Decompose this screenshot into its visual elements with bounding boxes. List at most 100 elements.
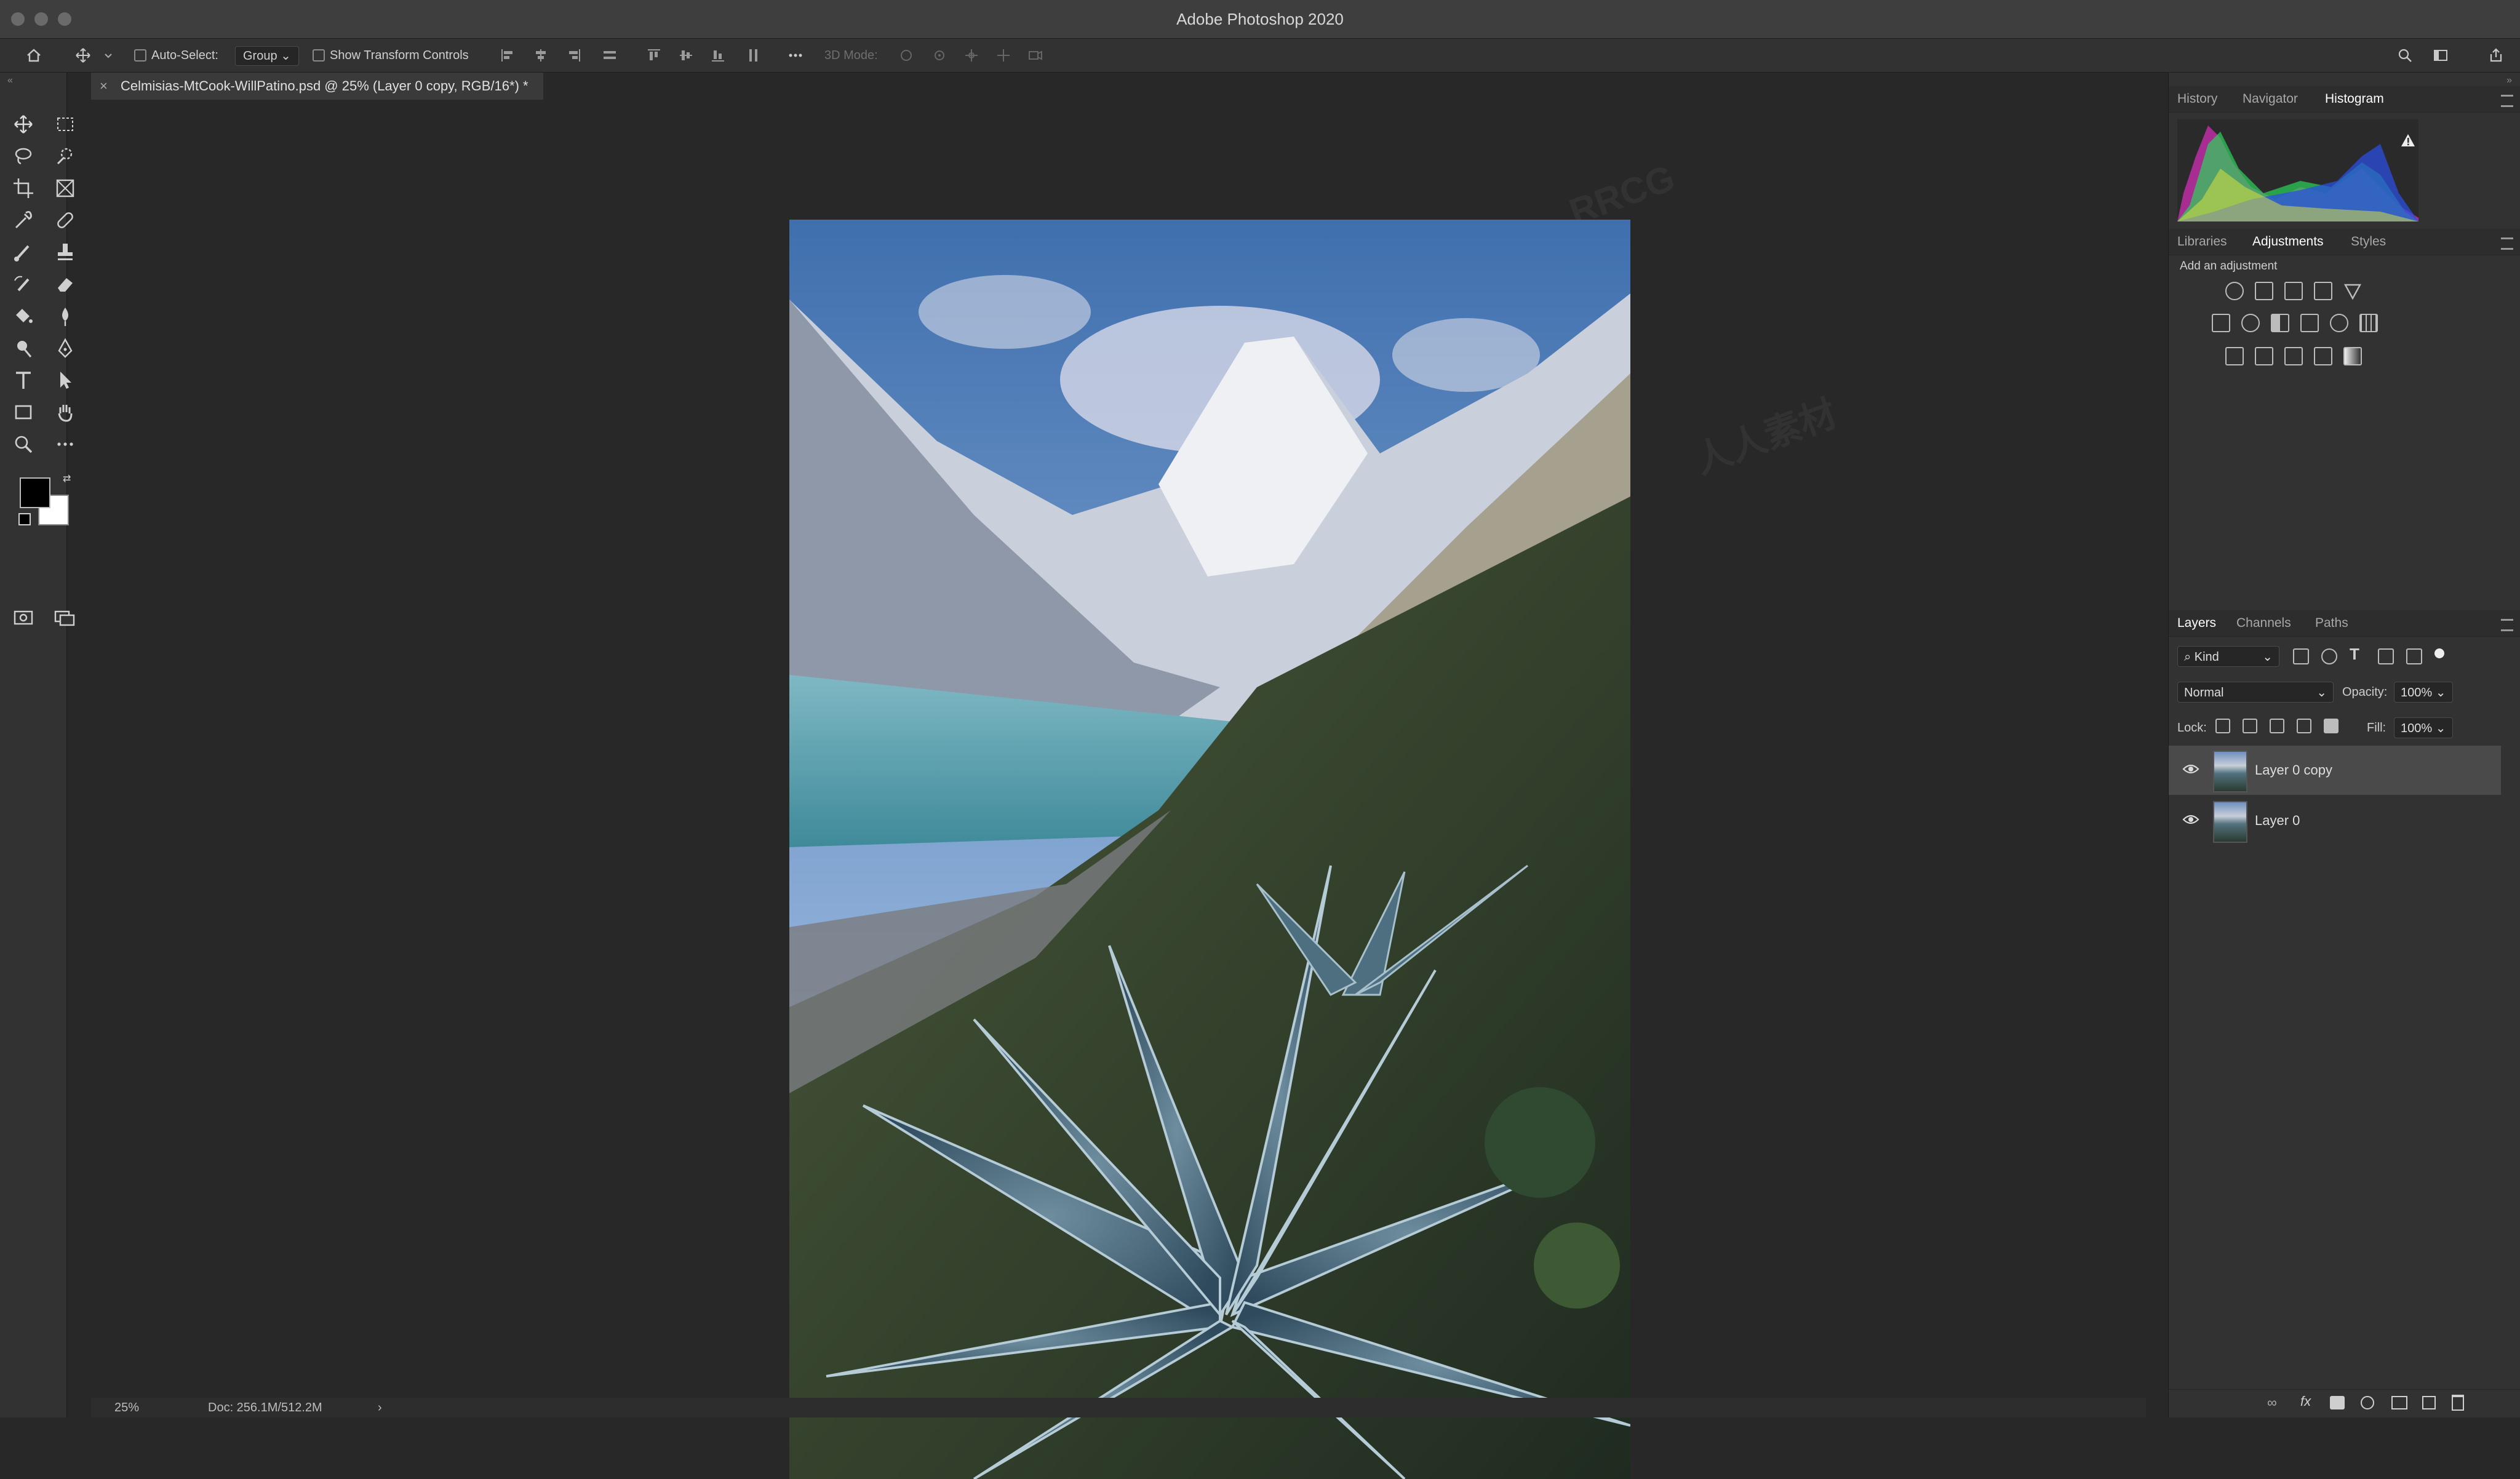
filter-smart-object-icon[interactable] [2406,648,2422,664]
clone-stamp-tool[interactable] [53,240,78,265]
photo-filter-icon[interactable] [2300,314,2319,332]
move-tool-icon[interactable] [75,47,91,63]
black-white-icon[interactable] [2271,314,2289,332]
link-layers-icon[interactable]: ∞ [2267,1395,2277,1411]
vibrance-icon[interactable] [2343,282,2362,300]
hand-tool[interactable] [53,400,78,425]
close-document-icon[interactable]: × [100,73,108,100]
visibility-eye-icon[interactable] [2182,763,2199,775]
eraser-tool[interactable] [53,272,78,297]
filter-type-icon[interactable]: T [2350,645,2359,664]
tab-layers[interactable]: Layers [2177,610,2216,636]
paint-bucket-tool[interactable] [11,304,36,329]
document-tab[interactable]: × Celmisias-MtCook-WillPatino.psd @ 25% … [91,73,543,100]
frame-tool[interactable] [53,176,78,201]
add-mask-icon[interactable] [2330,1396,2345,1409]
invert-icon[interactable] [2225,347,2244,365]
share-icon[interactable] [2488,47,2504,63]
panel-menu-icon[interactable] [2501,95,2513,107]
filter-adjustment-icon[interactable] [2321,648,2337,664]
move-tool[interactable] [11,112,36,137]
collapse-dock-icon[interactable]: » [2506,75,2512,86]
path-selection-tool[interactable] [53,368,78,393]
align-center-icon[interactable] [533,47,549,63]
panel-menu-icon[interactable] [2501,619,2513,631]
levels-icon[interactable] [2255,282,2273,300]
align-top-icon[interactable] [646,47,662,63]
type-tool[interactable] [11,368,36,393]
new-adjustment-icon[interactable] [2361,1396,2374,1409]
filter-toggle-icon[interactable] [2434,648,2444,658]
home-icon[interactable] [26,47,42,63]
filter-pixel-icon[interactable] [2293,648,2309,664]
fill-field[interactable]: 100% ⌄ [2394,717,2453,738]
distribute-vertical-icon[interactable] [746,47,762,63]
panel-menu-icon[interactable] [2501,237,2513,250]
curves-icon[interactable] [2284,282,2303,300]
channel-mixer-icon[interactable] [2330,314,2348,332]
lock-artboard-icon[interactable] [2297,719,2311,733]
threshold-icon[interactable] [2284,347,2303,365]
healing-brush-tool[interactable] [53,208,78,233]
selective-color-icon[interactable] [2314,347,2332,365]
tab-adjustments[interactable]: Adjustments [2252,229,2324,255]
lock-transparent-icon[interactable] [2215,719,2230,733]
foreground-color-swatch[interactable] [20,477,50,508]
default-colors-icon[interactable] [18,513,31,525]
auto-select-option[interactable]: Auto-Select: [134,39,218,72]
marquee-tool[interactable] [53,112,78,137]
fx-icon[interactable]: fx [2300,1393,2311,1409]
collapse-panel-icon[interactable]: « [7,75,13,86]
auto-select-checkbox[interactable] [134,49,146,62]
workspace-icon[interactable] [2433,47,2449,63]
opacity-field[interactable]: 100% ⌄ [2394,682,2453,703]
tab-libraries[interactable]: Libraries [2177,229,2227,255]
show-transform-checkbox[interactable] [313,49,325,62]
quick-selection-tool[interactable] [53,144,78,169]
distribute-icon[interactable] [602,47,618,63]
delete-layer-icon[interactable] [2452,1395,2464,1411]
layer-row[interactable]: Layer 0 copy [2169,746,2501,795]
brightness-contrast-icon[interactable] [2225,282,2244,300]
layer-name[interactable]: Layer 0 [2255,796,2300,845]
rectangle-tool[interactable] [11,400,36,425]
edit-toolbar-icon[interactable] [53,432,78,456]
lock-pixels-icon[interactable] [2243,719,2257,733]
tab-histogram[interactable]: Histogram [2325,86,2384,112]
history-brush-tool[interactable] [11,272,36,297]
blend-mode-dropdown[interactable]: Normal ⌄ [2177,682,2334,703]
tab-paths[interactable]: Paths [2315,610,2348,636]
zoom-tool[interactable] [11,432,36,456]
blur-tool[interactable] [53,304,78,329]
document-image[interactable] [789,220,1630,1479]
color-balance-icon[interactable] [2241,314,2260,332]
tab-channels[interactable]: Channels [2236,610,2291,636]
lock-position-icon[interactable] [2270,719,2284,733]
gradient-map-icon[interactable] [2343,347,2362,365]
layer-name[interactable]: Layer 0 copy [2255,746,2332,795]
dodge-tool[interactable] [11,336,36,361]
chevron-down-icon[interactable] [103,47,113,63]
hue-saturation-icon[interactable] [2212,314,2230,332]
align-bottom-icon[interactable] [710,47,726,63]
posterize-icon[interactable] [2255,347,2273,365]
filter-shape-icon[interactable] [2378,648,2394,664]
crop-tool[interactable] [11,176,36,201]
eyedropper-tool[interactable] [11,208,36,233]
lock-all-icon[interactable] [2324,719,2339,733]
show-transform-option[interactable]: Show Transform Controls [313,39,469,72]
canvas-area[interactable]: RRCG 人人素材 [91,100,2146,1479]
color-lookup-icon[interactable] [2359,314,2378,332]
new-layer-icon[interactable] [2422,1396,2436,1409]
tab-history[interactable]: History [2177,86,2217,112]
more-options-icon[interactable] [788,47,803,63]
align-right-icon[interactable] [566,47,582,63]
new-group-icon[interactable] [2391,1396,2407,1409]
exposure-icon[interactable] [2314,282,2332,300]
search-icon[interactable] [2397,47,2413,63]
brush-tool[interactable] [11,240,36,265]
tab-styles[interactable]: Styles [2351,229,2386,255]
status-menu-arrow[interactable]: › [378,1398,382,1417]
filter-kind-dropdown[interactable]: ⌕ Kind ⌄ [2177,646,2279,667]
swap-colors-icon[interactable]: ⇄ [63,472,71,485]
